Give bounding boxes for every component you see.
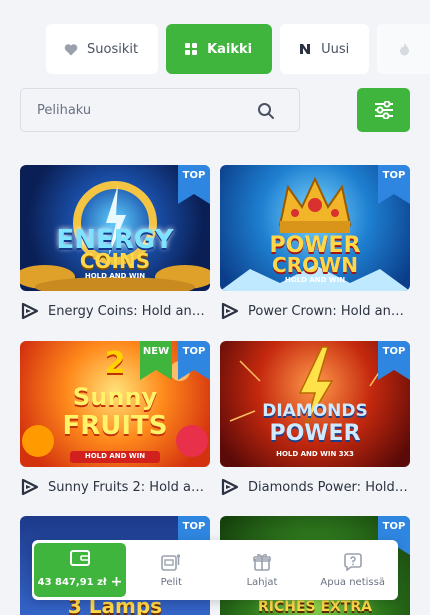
tab-favorites[interactable]: Suosikit: [46, 24, 159, 74]
artwork-title: POWER: [269, 421, 361, 446]
tab-label: Suosikit: [87, 41, 139, 57]
artwork-subtitle: HOLD AND WIN 3X3: [276, 450, 354, 458]
top-badge: TOP: [178, 165, 210, 204]
slot-machine-icon: [161, 553, 181, 571]
game-card[interactable]: 2 Sunny FRUITS HOLD AND WIN NEW TOP Sunn…: [20, 341, 210, 498]
artwork-title: FRUITS: [62, 411, 168, 441]
new-icon: [298, 42, 312, 56]
wallet-button[interactable]: 43 847,91 zł +: [34, 543, 126, 597]
top-badge: TOP: [178, 341, 210, 380]
game-thumbnail[interactable]: 2 Sunny FRUITS HOLD AND WIN NEW TOP: [20, 341, 210, 467]
game-title: Diamonds Power: Hold and Win: [248, 479, 410, 495]
game-title: Power Crown: Hold and Win: [248, 303, 410, 319]
game-caption[interactable]: Diamonds Power: Hold and Win: [220, 476, 410, 498]
game-card[interactable]: POWER CROWN HOLD AND WIN TOP Power Crown…: [220, 165, 410, 322]
new-badge: NEW: [140, 341, 172, 380]
game-caption[interactable]: Power Crown: Hold and Win: [220, 300, 410, 322]
artwork-title: CROWN: [272, 253, 358, 277]
play-icon: [21, 478, 39, 496]
nav-label: Apua netissä: [320, 576, 385, 588]
game-caption[interactable]: Sunny Fruits 2: Hold and Win: [20, 476, 210, 498]
artwork-title: COINS: [79, 249, 151, 273]
top-badge: TOP: [378, 165, 410, 204]
gift-icon: [253, 553, 271, 571]
bottom-navigation: 43 847,91 zł + Pelit Lahjat Apua netissä: [32, 540, 398, 600]
game-caption[interactable]: Energy Coins: Hold and Win: [20, 300, 210, 322]
nav-help[interactable]: Apua netissä: [307, 540, 398, 600]
filter-button[interactable]: [357, 88, 410, 132]
grid-icon: [184, 42, 198, 56]
tab-label: Uusi: [321, 41, 350, 57]
tab-popular[interactable]: [377, 24, 430, 74]
game-card[interactable]: DIAMONDS POWER HOLD AND WIN 3X3 TOP Diam…: [220, 341, 410, 498]
artwork-subtitle: HOLD AND WIN: [84, 272, 146, 280]
game-thumbnail[interactable]: ENERGY COINS HOLD AND WIN TOP: [20, 165, 210, 291]
help-chat-icon: [343, 552, 362, 571]
search-icon[interactable]: [257, 102, 275, 120]
games-lobby: Suosikit Kaikki Uusi Pelihaku ENERGY COI…: [0, 0, 430, 615]
play-icon: [221, 478, 239, 496]
game-title: Energy Coins: Hold and Win: [48, 303, 210, 319]
wallet-icon: [70, 550, 90, 566]
artwork-subtitle: HOLD AND WIN: [284, 276, 346, 284]
play-icon: [221, 302, 239, 320]
nav-games[interactable]: Pelit: [126, 540, 217, 600]
artwork-title: Sunny: [72, 383, 158, 411]
nav-gifts[interactable]: Lahjat: [217, 540, 308, 600]
nav-label: Pelit: [160, 576, 182, 588]
game-thumbnail[interactable]: POWER CROWN HOLD AND WIN TOP: [220, 165, 410, 291]
game-card[interactable]: ENERGY COINS HOLD AND WIN TOP Energy Coi…: [20, 165, 210, 322]
heart-icon: [64, 42, 78, 56]
artwork-subtitle: HOLD AND WIN: [84, 452, 146, 460]
tab-new[interactable]: Uusi: [280, 24, 370, 74]
tab-label: Kaikki: [207, 41, 253, 57]
game-thumbnail[interactable]: DIAMONDS POWER HOLD AND WIN 3X3 TOP: [220, 341, 410, 467]
tab-all[interactable]: Kaikki: [166, 24, 273, 74]
play-icon: [21, 302, 39, 320]
fire-icon: [397, 42, 411, 56]
sliders-icon: [374, 101, 393, 119]
search-input[interactable]: [37, 102, 247, 118]
deposit-plus-icon[interactable]: +: [111, 574, 123, 590]
top-badge: TOP: [378, 341, 410, 380]
artwork-title: DIAMONDS: [262, 401, 368, 421]
balance-amount: 43 847,91 zł: [37, 576, 107, 588]
artwork-title: RICHES EXTRA: [257, 599, 373, 615]
game-search: [20, 88, 300, 132]
category-tabs: Suosikit Kaikki Uusi: [46, 24, 430, 74]
nav-label: Lahjat: [246, 576, 278, 588]
game-title: Sunny Fruits 2: Hold and Win: [48, 479, 210, 495]
